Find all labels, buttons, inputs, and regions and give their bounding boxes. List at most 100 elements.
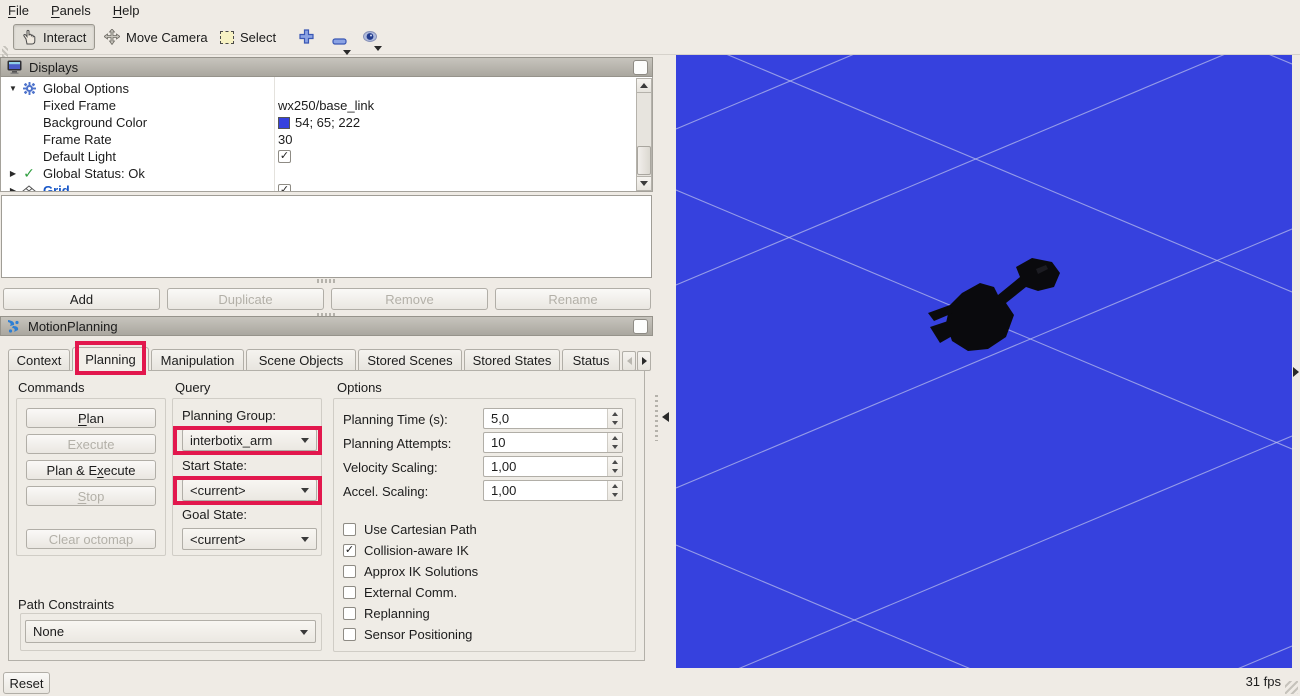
execute-label: Execute bbox=[68, 437, 115, 452]
use-cartesian-path-checkbox[interactable] bbox=[343, 523, 356, 536]
menu-help[interactable]: Help bbox=[113, 3, 140, 18]
planning-group-dropdown[interactable]: interbotix_arm bbox=[182, 429, 317, 451]
use-cartesian-path-option[interactable]: Use Cartesian Path bbox=[343, 522, 477, 537]
sensor-positioning-option[interactable]: Sensor Positioning bbox=[343, 627, 472, 642]
duplicate-display-button[interactable]: Duplicate bbox=[167, 288, 324, 310]
plan-button[interactable]: Plan bbox=[26, 408, 156, 428]
approx-ik-solutions-option[interactable]: Approx IK Solutions bbox=[343, 564, 478, 579]
spin-up-icon bbox=[612, 412, 618, 416]
scroll-up-button[interactable] bbox=[637, 79, 651, 93]
execute-button[interactable]: Execute bbox=[26, 434, 156, 454]
tree-label: Frame Rate bbox=[43, 132, 112, 147]
external-comm-checkbox[interactable] bbox=[343, 586, 356, 599]
menu-file[interactable]: File bbox=[8, 3, 29, 18]
collapse-right-icon[interactable] bbox=[1293, 367, 1299, 377]
collision-aware-ik-checkbox[interactable]: ✓ bbox=[343, 544, 356, 557]
plus-icon bbox=[299, 29, 314, 44]
panel-float-button[interactable] bbox=[633, 319, 648, 334]
scroll-down-button[interactable] bbox=[637, 176, 651, 190]
checkbox-label: Approx IK Solutions bbox=[364, 564, 478, 579]
motionplanning-panel-header[interactable]: MotionPlanning bbox=[0, 316, 653, 336]
replanning-option[interactable]: Replanning bbox=[343, 606, 430, 621]
start-state-dropdown[interactable]: <current> bbox=[182, 479, 317, 501]
tab-status[interactable]: Status bbox=[562, 349, 620, 371]
velocity-scaling-label: Velocity Scaling: bbox=[343, 460, 438, 475]
spin-buttons[interactable] bbox=[607, 457, 622, 476]
checkbox-label: External Comm. bbox=[364, 585, 457, 600]
menu-panels[interactable]: Panels bbox=[51, 3, 91, 18]
displays-panel-header[interactable]: Displays bbox=[0, 57, 653, 77]
splitter-handle[interactable] bbox=[655, 395, 658, 441]
select-tool-button[interactable]: Select bbox=[212, 24, 284, 50]
external-comm-option[interactable]: External Comm. bbox=[343, 585, 457, 600]
fixed-frame-value[interactable]: wx250/base_link bbox=[278, 98, 374, 113]
sensor-positioning-checkbox[interactable] bbox=[343, 628, 356, 641]
panel-float-button[interactable] bbox=[633, 60, 648, 75]
displays-scrollbar[interactable] bbox=[636, 78, 652, 191]
checkbox-label: Collision-aware IK bbox=[364, 543, 469, 558]
default-light-checkbox[interactable]: ✓ bbox=[278, 150, 291, 163]
collapse-left-icon[interactable] bbox=[662, 412, 669, 422]
goal-state-dropdown[interactable]: <current> bbox=[182, 528, 317, 550]
3d-viewport[interactable] bbox=[676, 55, 1292, 668]
tree-row-grid[interactable]: ▶ Grid ✓ bbox=[1, 182, 621, 192]
planning-attempts-spinbox[interactable]: 10 bbox=[483, 432, 623, 453]
spin-buttons[interactable] bbox=[607, 433, 622, 452]
accel-scaling-spinbox[interactable]: 1,00 bbox=[483, 480, 623, 501]
vertical-splitter[interactable] bbox=[653, 55, 676, 668]
reset-button[interactable]: Reset bbox=[3, 672, 50, 694]
interact-tool-button[interactable]: Interact bbox=[13, 24, 95, 50]
collision-aware-ik-option[interactable]: ✓ Collision-aware IK bbox=[343, 543, 469, 558]
goal-state-value: <current> bbox=[190, 532, 246, 547]
splitter-handle[interactable] bbox=[317, 279, 335, 283]
remove-tool-button[interactable] bbox=[332, 33, 347, 48]
spin-down-icon bbox=[612, 421, 618, 425]
tab-planning[interactable]: Planning bbox=[72, 347, 149, 371]
move-camera-tool-button[interactable]: Move Camera bbox=[96, 24, 216, 50]
tree-row-global-status[interactable]: ▶ ✓ Global Status: Ok bbox=[1, 165, 621, 182]
hand-icon bbox=[22, 29, 37, 45]
start-state-label: Start State: bbox=[182, 458, 247, 473]
tab-stored-scenes[interactable]: Stored Scenes bbox=[358, 349, 462, 371]
tab-scroll-right-button[interactable] bbox=[637, 351, 651, 371]
expander-closed-icon[interactable]: ▶ bbox=[7, 186, 19, 192]
planning-time-spinbox[interactable]: 5,0 bbox=[483, 408, 623, 429]
tree-row-background-color[interactable]: Background Color 54; 65; 222 bbox=[1, 114, 621, 131]
expander-closed-icon[interactable]: ▶ bbox=[7, 169, 19, 178]
rename-display-button[interactable]: Rename bbox=[495, 288, 651, 310]
tree-row-frame-rate[interactable]: Frame Rate 30 bbox=[1, 131, 621, 148]
tree-row-fixed-frame[interactable]: Fixed Frame wx250/base_link bbox=[1, 97, 621, 114]
add-tool-button[interactable] bbox=[299, 29, 314, 47]
spin-buttons[interactable] bbox=[607, 409, 622, 428]
add-display-button[interactable]: Add bbox=[3, 288, 160, 310]
stop-button[interactable]: Stop bbox=[26, 486, 156, 506]
displays-tree[interactable]: ▼ Global Options Fixed Frame wx250/base_… bbox=[0, 77, 653, 192]
tab-scene-objects[interactable]: Scene Objects bbox=[246, 349, 356, 371]
plan-and-execute-button[interactable]: Plan & Execute bbox=[26, 460, 156, 480]
approx-ik-solutions-checkbox[interactable] bbox=[343, 565, 356, 578]
tool-properties-button[interactable] bbox=[362, 29, 378, 47]
remove-display-button[interactable]: Remove bbox=[331, 288, 488, 310]
tab-scroll-left-button[interactable] bbox=[622, 351, 636, 371]
spin-up-icon bbox=[612, 484, 618, 488]
grid-checkbox[interactable]: ✓ bbox=[278, 184, 291, 192]
tab-stored-states[interactable]: Stored States bbox=[464, 349, 560, 371]
resize-grip[interactable] bbox=[1285, 681, 1298, 694]
replanning-checkbox[interactable] bbox=[343, 607, 356, 620]
spin-buttons[interactable] bbox=[607, 481, 622, 500]
right-splitter[interactable] bbox=[1292, 55, 1300, 668]
path-constraints-dropdown[interactable]: None bbox=[25, 620, 316, 643]
chevron-down-icon bbox=[301, 438, 309, 443]
expander-open-icon[interactable]: ▼ bbox=[7, 84, 19, 93]
scrollbar-thumb[interactable] bbox=[637, 146, 651, 175]
frame-rate-value[interactable]: 30 bbox=[278, 132, 292, 147]
tree-row-default-light[interactable]: Default Light ✓ bbox=[1, 148, 621, 165]
color-text: 54; 65; 222 bbox=[295, 115, 360, 130]
clear-octomap-button[interactable]: Clear octomap bbox=[26, 529, 156, 549]
velocity-scaling-spinbox[interactable]: 1,00 bbox=[483, 456, 623, 477]
tree-row-global-options[interactable]: ▼ Global Options bbox=[1, 80, 621, 97]
tab-manipulation[interactable]: Manipulation bbox=[151, 349, 244, 371]
tab-context[interactable]: Context bbox=[8, 349, 70, 371]
background-color-value[interactable]: 54; 65; 222 bbox=[278, 115, 360, 130]
duplicate-label: Duplicate bbox=[218, 292, 272, 307]
